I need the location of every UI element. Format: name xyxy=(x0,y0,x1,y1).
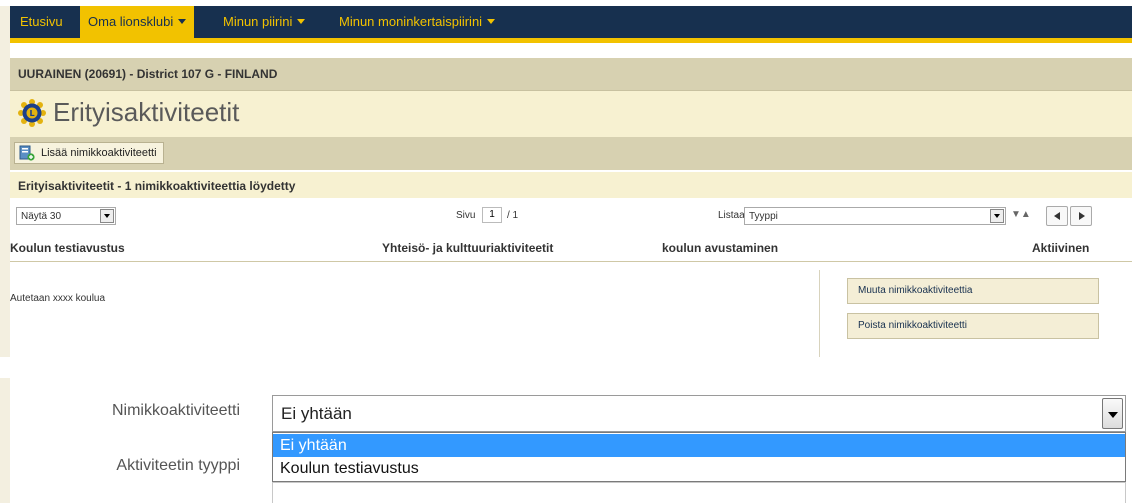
sort-value: Tyyppi xyxy=(749,211,778,222)
nav-moninkertaispiirini[interactable]: Minun moninkertaispiirini xyxy=(331,6,503,38)
nav-oma-lionsklubi-label: Oma lionsklubi xyxy=(88,14,174,29)
page-title: Erityisaktiviteetit xyxy=(53,97,240,127)
option-koulun-testiavustus[interactable]: Koulun testiavustus xyxy=(273,457,1125,480)
next-field xyxy=(272,482,1126,503)
svg-text:L: L xyxy=(29,109,34,118)
club-header: UURAINEN (20691) - District 107 G - FINL… xyxy=(18,67,278,81)
page-title-bar: L Erityisaktiviteetit xyxy=(10,91,1132,137)
sort-direction-icon[interactable]: ▼▲ xyxy=(1011,209,1031,220)
activity-select-value: Ei yhtään xyxy=(281,404,352,423)
edit-activity-button[interactable]: Muuta nimikkoaktiviteettia xyxy=(847,278,1099,304)
add-activity-button[interactable]: Lisää nimikkoaktiviteetti xyxy=(14,142,164,164)
activities-panel: Etusivu Oma lionsklubi Minun piirini Min… xyxy=(0,0,1132,357)
column-header: Aktiivinen xyxy=(1032,241,1090,255)
caret-down-icon xyxy=(297,19,306,24)
dropdown-arrow-icon[interactable] xyxy=(1102,398,1123,429)
column-header: Koulun testiavustus xyxy=(10,241,125,255)
left-rail xyxy=(0,6,10,357)
page-number-input[interactable]: 1 xyxy=(482,207,502,223)
nav-etusivu-label: Etusivu xyxy=(20,14,63,29)
action-toolbar: Lisää nimikkoaktiviteetti xyxy=(10,137,1132,170)
page-label: Sivu xyxy=(456,210,476,221)
dropdown-arrow-icon xyxy=(100,209,114,223)
nav-etusivu[interactable]: Etusivu xyxy=(12,6,71,38)
column-header: koulun avustaminen xyxy=(662,241,779,255)
activity-field-label: Nimikkoaktiviteetti xyxy=(111,402,240,419)
results-summary: Erityisaktiviteetit - 1 nimikkoaktivitee… xyxy=(18,179,296,193)
table-row: Autetaan xxxx koulua Muuta nimikkoaktivi… xyxy=(10,262,1132,357)
results-summary-bar: Erityisaktiviteetit - 1 nimikkoaktivitee… xyxy=(10,172,1132,198)
column-header: Yhteisö- ja kulttuuriaktiviteetit xyxy=(382,241,554,255)
nav-moninkertaispiirini-label: Minun moninkertaispiirini xyxy=(339,14,483,29)
option-ei-yhtaan[interactable]: Ei yhtään xyxy=(273,434,1125,457)
caret-down-icon xyxy=(178,19,187,24)
left-rail xyxy=(0,378,10,503)
activity-description: Autetaan xxxx koulua xyxy=(10,293,106,304)
dropdown-arrow-icon xyxy=(990,209,1004,223)
next-page-button[interactable] xyxy=(1070,206,1092,226)
add-activity-label: Lisää nimikkoaktiviteetti xyxy=(41,147,157,159)
type-field-label: Aktiviteetin tyyppi xyxy=(116,457,240,474)
add-document-icon xyxy=(19,145,35,161)
list-controls: Näytä 30 Sivu 1 / 1 Listaa Tyyppi ▼▲ xyxy=(10,198,1132,233)
main-nav: Etusivu Oma lionsklubi Minun piirini Min… xyxy=(10,6,1132,43)
activity-select[interactable]: Ei yhtään xyxy=(272,395,1126,432)
sort-select[interactable]: Tyyppi xyxy=(744,207,1006,225)
nav-oma-lionsklubi[interactable]: Oma lionsklubi xyxy=(80,6,195,38)
activity-options-list: Ei yhtään Koulun testiavustus xyxy=(272,432,1126,482)
page-size-value: Näytä 30 xyxy=(21,211,62,222)
lions-logo-icon: L xyxy=(18,99,46,127)
page-total: / 1 xyxy=(507,210,519,221)
nav-minun-piirini-label: Minun piirini xyxy=(223,14,293,29)
activity-form-panel: Nimikkoaktiviteetti Aktiviteetin tyyppi … xyxy=(0,378,1132,503)
prev-page-button[interactable] xyxy=(1046,206,1068,226)
column-divider xyxy=(819,270,820,357)
page-size-select[interactable]: Näytä 30 xyxy=(16,207,116,225)
club-header-bar: UURAINEN (20691) - District 107 G - FINL… xyxy=(10,58,1132,91)
nav-minun-piirini[interactable]: Minun piirini xyxy=(215,6,313,38)
delete-activity-button[interactable]: Poista nimikkoaktiviteetti xyxy=(847,313,1099,339)
table-header: Koulun testiavustus Yhteisö- ja kulttuur… xyxy=(10,234,1132,262)
sort-label: Listaa xyxy=(718,210,745,221)
caret-down-icon xyxy=(487,19,496,24)
